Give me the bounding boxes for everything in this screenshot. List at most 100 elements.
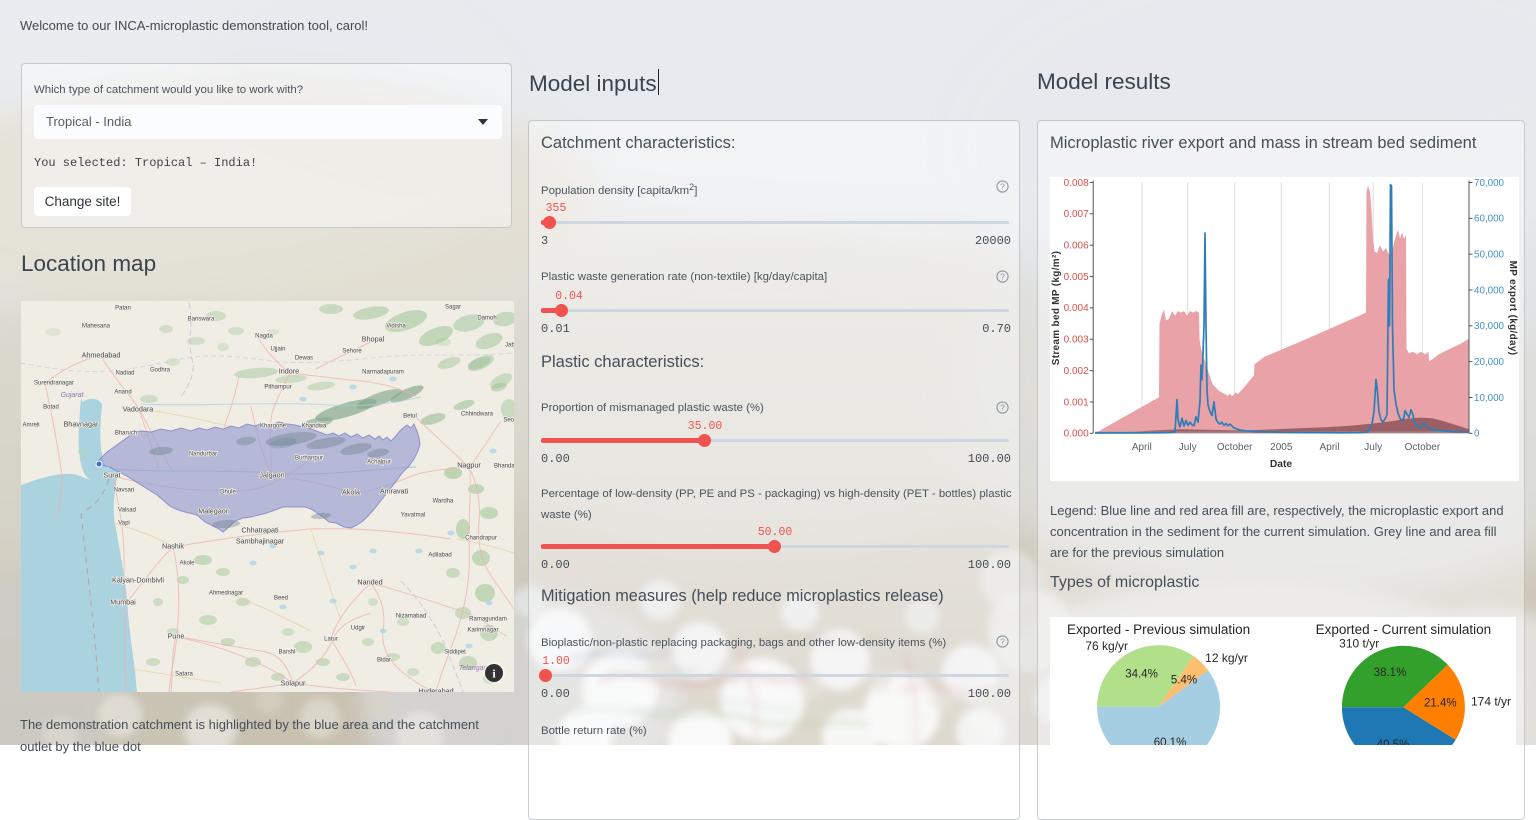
svg-text:Adilabad: Adilabad — [428, 553, 451, 559]
svg-text:Nizamabad: Nizamabad — [396, 614, 426, 620]
svg-text:38.1%: 38.1% — [1374, 667, 1407, 679]
svg-text:Akola: Akola — [342, 488, 360, 497]
svg-text:Khargone: Khargone — [260, 424, 287, 430]
svg-text:0.007: 0.007 — [1064, 209, 1089, 220]
svg-text:174 t/yr: 174 t/yr — [1471, 695, 1511, 709]
svg-text:60,000: 60,000 — [1474, 214, 1505, 225]
svg-text:Botad: Botad — [43, 405, 59, 411]
svg-text:Yavatmal: Yavatmal — [401, 513, 426, 519]
svg-text:Siddipet: Siddipet — [444, 650, 466, 656]
svg-text:Narmadapuram: Narmadapuram — [362, 370, 404, 376]
svg-text:Seoni: Seoni — [503, 418, 514, 424]
svg-text:30,000: 30,000 — [1474, 321, 1505, 332]
svg-text:July: July — [1364, 442, 1382, 453]
svg-text:?: ? — [1000, 402, 1005, 412]
svg-text:April: April — [1132, 442, 1152, 453]
svg-text:Sagar: Sagar — [445, 305, 461, 311]
svg-text:Valsad: Valsad — [118, 508, 136, 514]
svg-text:Patan: Patan — [115, 306, 131, 312]
svg-text:Banswara: Banswara — [188, 317, 215, 323]
svg-text:Bidar: Bidar — [377, 658, 391, 664]
svg-text:0.006: 0.006 — [1064, 241, 1089, 252]
svg-text:Bhavnagar: Bhavnagar — [64, 420, 99, 429]
svg-text:?: ? — [1000, 271, 1005, 281]
svg-text:Nanded: Nanded — [357, 578, 382, 587]
svg-text:Mahesana: Mahesana — [82, 324, 111, 330]
svg-text:20,000: 20,000 — [1474, 357, 1505, 368]
svg-text:5.4%: 5.4% — [1171, 674, 1197, 686]
svg-text:Ramagundam: Ramagundam — [469, 617, 507, 623]
svg-text:40.5%: 40.5% — [1377, 739, 1410, 745]
svg-text:Karimnagar: Karimnagar — [467, 628, 498, 634]
svg-text:Pithampur: Pithampur — [264, 385, 291, 391]
svg-text:Burhanpur: Burhanpur — [295, 456, 323, 462]
svg-text:Wardha: Wardha — [433, 499, 454, 505]
svg-text:Nashik: Nashik — [162, 542, 184, 551]
svg-text:Nagpur: Nagpur — [457, 461, 481, 470]
svg-text:34.4%: 34.4% — [1125, 668, 1158, 680]
svg-text:Jalgaon: Jalgaon — [259, 471, 284, 480]
svg-text:Akole: Akole — [179, 561, 195, 567]
svg-text:Betul: Betul — [403, 414, 417, 420]
svg-text:50,000: 50,000 — [1474, 250, 1505, 261]
svg-text:10,000: 10,000 — [1474, 393, 1505, 404]
svg-text:October: October — [1217, 442, 1253, 453]
svg-text:Surat: Surat — [103, 471, 120, 480]
svg-text:Dewas: Dewas — [295, 356, 313, 362]
svg-text:Vadodara: Vadodara — [123, 405, 154, 414]
svg-text:Udgir: Udgir — [351, 626, 365, 632]
svg-text:Satara: Satara — [175, 672, 193, 678]
svg-text:Latur: Latur — [324, 637, 338, 643]
svg-text:Exported - Previous simulation: Exported - Previous simulation — [1067, 622, 1250, 637]
svg-text:Dhule: Dhule — [220, 490, 236, 496]
svg-text:Date: Date — [1270, 459, 1293, 470]
svg-text:2005: 2005 — [1270, 442, 1293, 453]
svg-text:July: July — [1179, 442, 1197, 453]
svg-text:Ahmedabad: Ahmedabad — [82, 351, 121, 360]
svg-text:Sehore: Sehore — [342, 349, 362, 355]
svg-text:0.003: 0.003 — [1064, 335, 1089, 346]
svg-text:Bhopal: Bhopal — [362, 335, 385, 344]
svg-text:Damoh: Damoh — [477, 316, 496, 322]
svg-text:Gujarat: Gujarat — [61, 392, 85, 399]
svg-text:?: ? — [1000, 181, 1005, 191]
svg-text:Vidisha: Vidisha — [386, 324, 406, 330]
svg-text:Chandrapur: Chandrapur — [465, 536, 497, 542]
svg-text:October: October — [1405, 442, 1441, 453]
svg-text:Navsari: Navsari — [114, 488, 134, 494]
svg-text:0.002: 0.002 — [1064, 366, 1089, 377]
svg-text:Hyderabad: Hyderabad — [418, 687, 453, 693]
svg-text:310 t/yr: 310 t/yr — [1339, 637, 1379, 651]
svg-text:21.4%: 21.4% — [1424, 698, 1457, 710]
svg-text:0.004: 0.004 — [1064, 303, 1089, 314]
svg-text:76 kg/yr: 76 kg/yr — [1085, 639, 1128, 653]
svg-text:Sambhajinagar: Sambhajinagar — [236, 537, 285, 546]
svg-text:Khandwa: Khandwa — [301, 424, 327, 430]
svg-text:40,000: 40,000 — [1474, 285, 1505, 296]
svg-text:Nandurbar: Nandurbar — [189, 452, 217, 458]
svg-text:60.1%: 60.1% — [1154, 737, 1187, 745]
svg-text:Surendranagar: Surendranagar — [34, 381, 74, 387]
svg-text:Vapi: Vapi — [118, 521, 130, 527]
svg-text:Nagda: Nagda — [255, 334, 273, 340]
svg-text:?: ? — [1000, 636, 1005, 646]
svg-text:12 kg/yr: 12 kg/yr — [1205, 651, 1248, 665]
svg-text:Ujjain: Ujjain — [270, 347, 285, 353]
svg-text:Pune: Pune — [168, 632, 185, 641]
svg-text:April: April — [1319, 442, 1339, 453]
svg-text:Nadiad: Nadiad — [115, 371, 134, 377]
svg-text:0.000: 0.000 — [1064, 429, 1089, 440]
svg-text:Bharuch: Bharuch — [115, 431, 137, 437]
svg-text:Amravati: Amravati — [380, 487, 409, 496]
svg-text:Barshi: Barshi — [278, 650, 295, 656]
svg-text:Bhandara: Bhandara — [494, 464, 514, 470]
svg-text:Jab: Jab — [505, 343, 514, 349]
svg-text:Anand: Anand — [114, 390, 131, 396]
svg-text:Ahmednagar: Ahmednagar — [209, 591, 243, 597]
svg-text:Mumbai: Mumbai — [110, 598, 136, 607]
svg-text:0.005: 0.005 — [1064, 272, 1089, 283]
svg-text:Chhatrapati: Chhatrapati — [241, 526, 279, 535]
svg-text:70,000: 70,000 — [1474, 178, 1505, 189]
svg-text:Solapur: Solapur — [281, 679, 306, 688]
svg-text:Kalyan-Dombivli: Kalyan-Dombivli — [112, 576, 164, 585]
